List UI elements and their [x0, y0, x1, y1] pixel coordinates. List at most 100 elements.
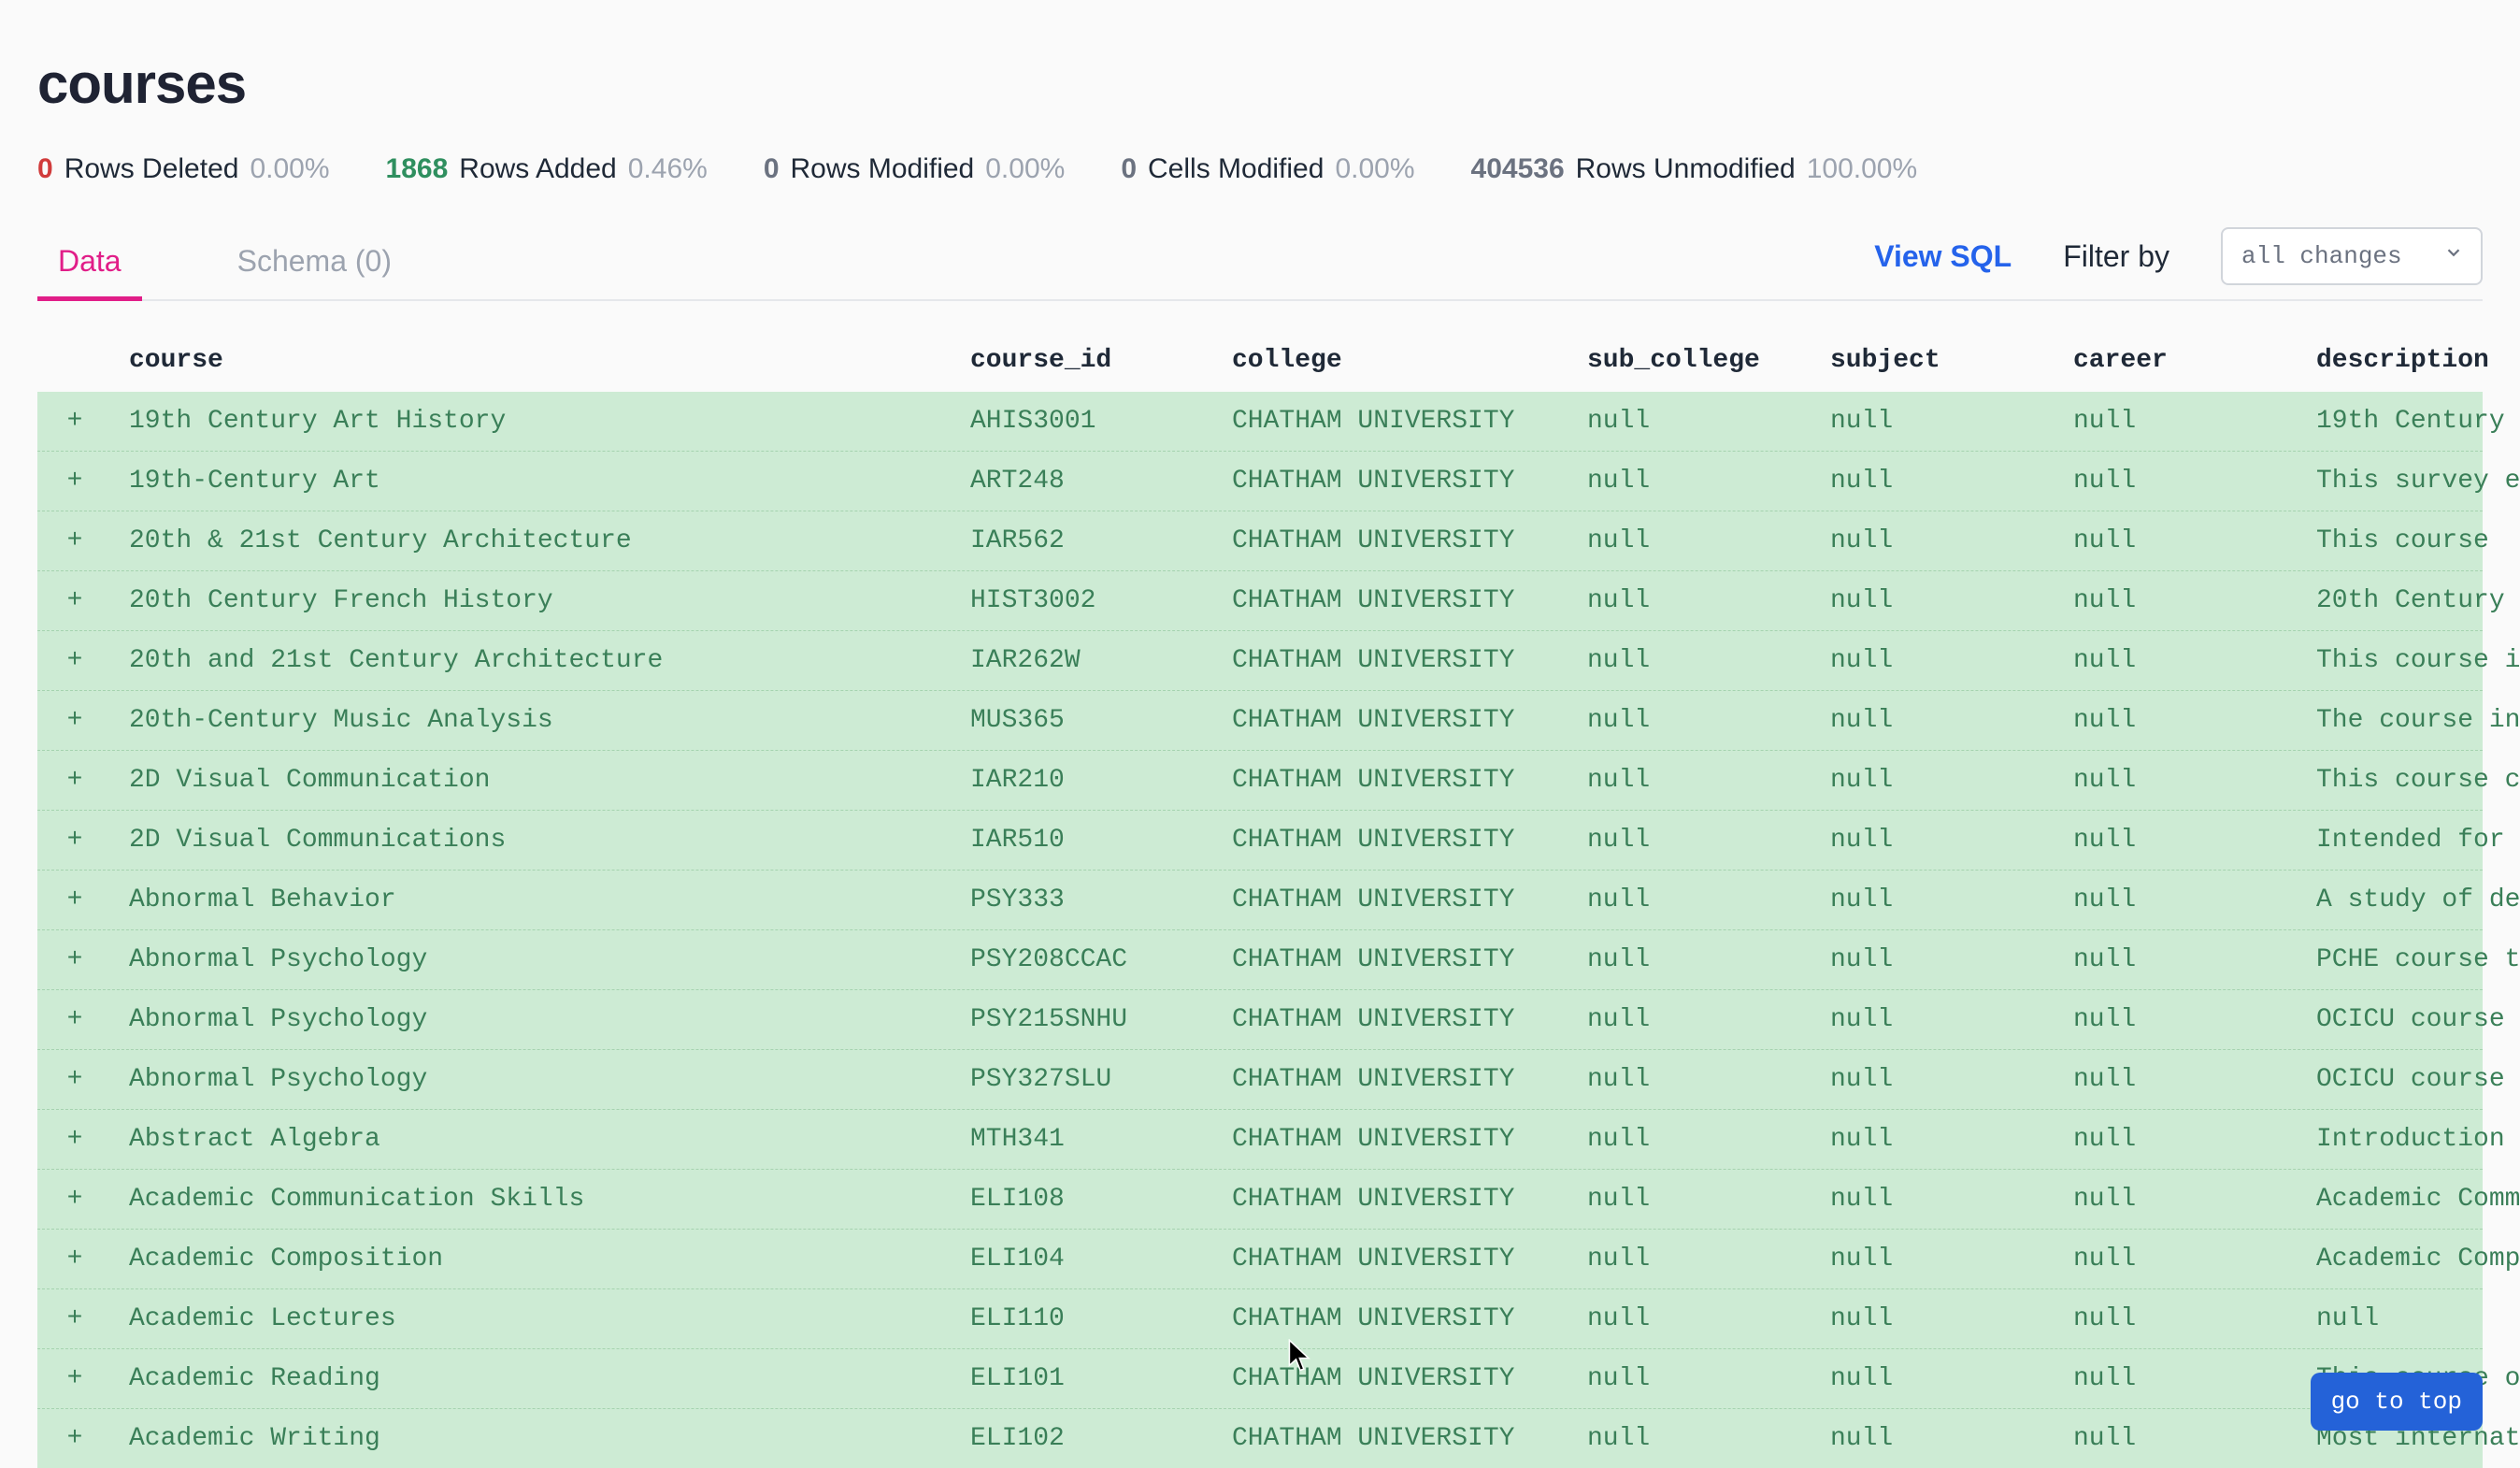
cell-course-id: MUS365 — [953, 691, 1215, 750]
cell-sub-college: null — [1570, 1050, 1813, 1109]
table-row[interactable]: +20th-Century Music AnalysisMUS365CHATHA… — [37, 690, 2483, 750]
cell-college: CHATHAM UNIVERSITY — [1215, 871, 1570, 929]
cell-course: Academic Composition — [112, 1230, 953, 1288]
cell-sub-college: null — [1570, 751, 1813, 810]
cell-description: Intended for — [2299, 811, 2520, 870]
table-row[interactable]: +Abnormal PsychologyPSY327SLUCHATHAM UNI… — [37, 1049, 2483, 1109]
table-row[interactable]: +20th & 21st Century ArchitectureIAR562C… — [37, 511, 2483, 570]
table-row[interactable]: +20th Century French HistoryHIST3002CHAT… — [37, 570, 2483, 630]
cell-course-id: PSY208CCAC — [953, 930, 1215, 989]
col-course-id[interactable]: course_id — [953, 342, 1215, 379]
tab-schema[interactable]: Schema (0) — [217, 227, 412, 299]
cell-college: CHATHAM UNIVERSITY — [1215, 1289, 1570, 1348]
cell-course: Academic Reading — [112, 1349, 953, 1408]
cell-college: CHATHAM UNIVERSITY — [1215, 990, 1570, 1049]
cell-sub-college: null — [1570, 452, 1813, 511]
stat-label: Rows Modified — [791, 153, 975, 185]
cell-subject: null — [1813, 990, 2056, 1049]
cell-college: CHATHAM UNIVERSITY — [1215, 930, 1570, 989]
cell-course-id: IAR562 — [953, 511, 1215, 570]
cell-career: null — [2056, 452, 2299, 511]
table-row[interactable]: +Academic ReadingELI101CHATHAM UNIVERSIT… — [37, 1348, 2483, 1408]
col-description[interactable]: description — [2299, 342, 2520, 379]
row-added-marker: + — [37, 930, 112, 989]
cell-course-id: ELI110 — [953, 1289, 1215, 1348]
col-course[interactable]: course — [112, 342, 953, 379]
go-to-top-button[interactable]: go to top — [2311, 1373, 2483, 1431]
row-added-marker: + — [37, 392, 112, 451]
cell-course: Abnormal Psychology — [112, 1050, 953, 1109]
cell-course-id: ELI104 — [953, 1230, 1215, 1288]
row-added-marker: + — [37, 571, 112, 630]
cell-description: Academic Comp — [2299, 1230, 2520, 1288]
row-added-marker: + — [37, 511, 112, 570]
stat-count: 404536 — [1471, 153, 1565, 185]
cell-course: 20th Century French History — [112, 571, 953, 630]
table-row[interactable]: +19th-Century ArtART248CHATHAM UNIVERSIT… — [37, 451, 2483, 511]
tab-data[interactable]: Data — [37, 227, 142, 299]
col-college[interactable]: college — [1215, 342, 1570, 379]
col-subject[interactable]: subject — [1813, 342, 2056, 379]
stat-rows-deleted: 0 Rows Deleted 0.00% — [37, 153, 330, 185]
cell-college: CHATHAM UNIVERSITY — [1215, 1409, 1570, 1468]
cell-sub-college: null — [1570, 990, 1813, 1049]
table-row[interactable]: +19th Century Art HistoryAHIS3001CHATHAM… — [37, 392, 2483, 451]
stat-rows-modified: 0 Rows Modified 0.00% — [764, 153, 1066, 185]
table-row[interactable]: +Abnormal BehaviorPSY333CHATHAM UNIVERSI… — [37, 870, 2483, 929]
row-added-marker: + — [37, 990, 112, 1049]
cell-college: CHATHAM UNIVERSITY — [1215, 511, 1570, 570]
table-row[interactable]: +Abnormal PsychologyPSY215SNHUCHATHAM UN… — [37, 989, 2483, 1049]
table-row[interactable]: +Abstract AlgebraMTH341CHATHAM UNIVERSIT… — [37, 1109, 2483, 1169]
cell-college: CHATHAM UNIVERSITY — [1215, 1230, 1570, 1288]
cell-career: null — [2056, 1289, 2299, 1348]
cell-description: This course i — [2299, 631, 2520, 690]
cell-subject: null — [1813, 1289, 2056, 1348]
row-added-marker: + — [37, 691, 112, 750]
cell-subject: null — [1813, 751, 2056, 810]
cell-description: null — [2299, 1289, 2520, 1348]
cell-subject: null — [1813, 571, 2056, 630]
table-row[interactable]: +Abnormal PsychologyPSY208CCACCHATHAM UN… — [37, 929, 2483, 989]
view-sql-link[interactable]: View SQL — [1874, 239, 2012, 274]
cell-description: This course c — [2299, 751, 2520, 810]
cell-course-id: AHIS3001 — [953, 392, 1215, 451]
row-added-marker: + — [37, 1050, 112, 1109]
table-row[interactable]: +2D Visual CommunicationIAR210CHATHAM UN… — [37, 750, 2483, 810]
col-career[interactable]: career — [2056, 342, 2299, 379]
cell-course: 2D Visual Communication — [112, 751, 953, 810]
cell-college: CHATHAM UNIVERSITY — [1215, 452, 1570, 511]
row-added-marker: + — [37, 1110, 112, 1169]
filter-select[interactable]: all changes — [2221, 227, 2483, 285]
row-added-marker: + — [37, 871, 112, 929]
cell-description: Academic Comm — [2299, 1170, 2520, 1229]
col-marker — [37, 342, 112, 379]
cell-college: CHATHAM UNIVERSITY — [1215, 1050, 1570, 1109]
cell-subject: null — [1813, 930, 2056, 989]
row-added-marker: + — [37, 1170, 112, 1229]
cell-description: This survey e — [2299, 452, 2520, 511]
stats-row: 0 Rows Deleted 0.00% 1868 Rows Added 0.4… — [37, 153, 2483, 185]
cell-course: 2D Visual Communications — [112, 811, 953, 870]
table-row[interactable]: +Academic CompositionELI104CHATHAM UNIVE… — [37, 1229, 2483, 1288]
stat-label: Cells Modified — [1148, 153, 1324, 185]
table-row[interactable]: +20th and 21st Century ArchitectureIAR26… — [37, 630, 2483, 690]
table-row[interactable]: +Academic WritingELI102CHATHAM UNIVERSIT… — [37, 1408, 2483, 1468]
table-row[interactable]: +2D Visual CommunicationsIAR510CHATHAM U… — [37, 810, 2483, 870]
cell-sub-college: null — [1570, 1349, 1813, 1408]
col-sub-college[interactable]: sub_college — [1570, 342, 1813, 379]
page-title: courses — [37, 51, 2483, 116]
cell-course-id: PSY215SNHU — [953, 990, 1215, 1049]
cell-course: 20th and 21st Century Architecture — [112, 631, 953, 690]
stat-cells-modified: 0 Cells Modified 0.00% — [1121, 153, 1414, 185]
cell-college: CHATHAM UNIVERSITY — [1215, 811, 1570, 870]
cell-sub-college: null — [1570, 1230, 1813, 1288]
cell-course: Abstract Algebra — [112, 1110, 953, 1169]
filter-select-value: all changes — [2241, 242, 2402, 270]
table-row[interactable]: +Academic LecturesELI110CHATHAM UNIVERSI… — [37, 1288, 2483, 1348]
stat-label: Rows Deleted — [64, 153, 239, 185]
cell-career: null — [2056, 691, 2299, 750]
cell-course: Abnormal Psychology — [112, 930, 953, 989]
table-row[interactable]: +Academic Communication SkillsELI108CHAT… — [37, 1169, 2483, 1229]
cell-college: CHATHAM UNIVERSITY — [1215, 691, 1570, 750]
row-added-marker: + — [37, 1230, 112, 1288]
